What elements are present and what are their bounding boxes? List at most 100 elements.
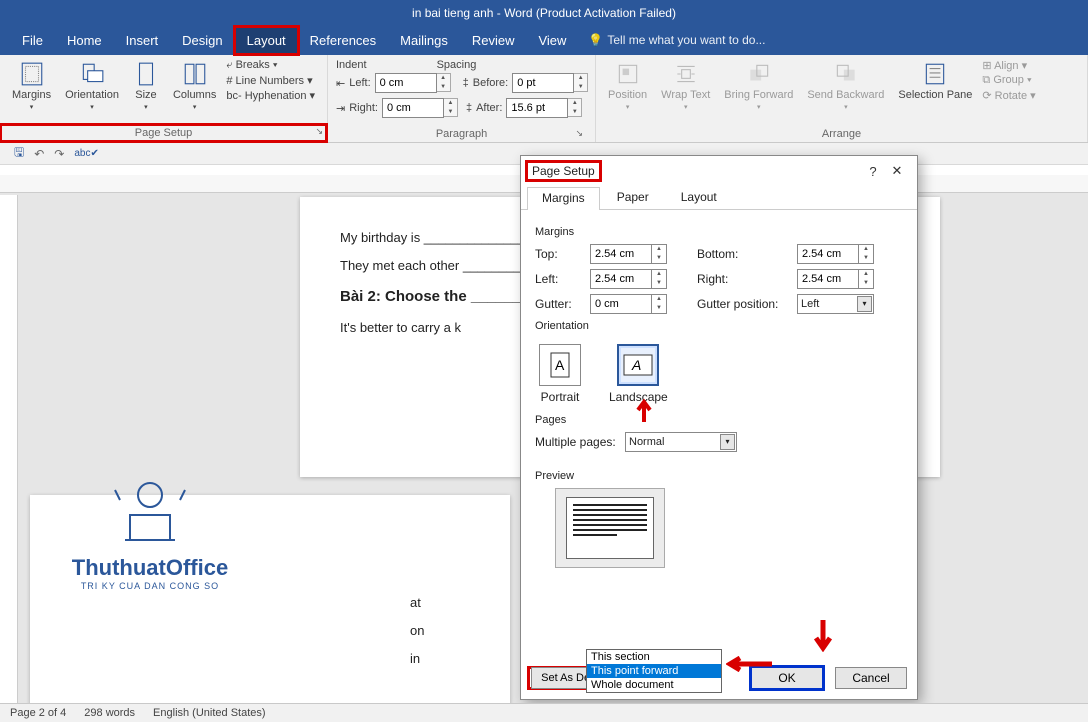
svg-text:A: A (631, 357, 641, 373)
tab-layout[interactable]: Layout (666, 186, 732, 209)
indent-header: Indent (336, 59, 367, 71)
paragraph-group-label: Paragraph↘ (336, 126, 587, 142)
multiple-pages-label: Multiple pages: (535, 435, 625, 449)
gutter-input[interactable]: ▲▼ (590, 294, 667, 314)
margin-top-input[interactable]: ▲▼ (590, 244, 667, 264)
menu-file[interactable]: File (10, 27, 55, 54)
svg-text:A: A (555, 357, 565, 373)
spacing-after-label: After: (476, 102, 502, 114)
cancel-button[interactable]: Cancel (835, 667, 907, 689)
menu-insert[interactable]: Insert (114, 27, 171, 54)
spacing-after-input[interactable]: ▲▼ (506, 98, 582, 118)
page-setup-dialog: Page Setup ? ✕ Margins Paper Layout Marg… (520, 155, 918, 700)
doc-word-on: on (410, 623, 470, 638)
margins-label: Margins (12, 89, 51, 101)
indent-left-input[interactable]: ▲▼ (375, 73, 451, 93)
qat-redo-icon[interactable]: ↷ (54, 147, 64, 161)
apply-opt-this-section[interactable]: This section (587, 650, 721, 664)
orientation-button[interactable]: Orientation▾ (61, 59, 123, 113)
window-title-bar: in bai tieng anh - Word (Product Activat… (0, 0, 1088, 25)
pages-section: Pages (535, 414, 903, 426)
indent-left-label: Left: (349, 77, 370, 89)
spacing-before-label: Before: (473, 77, 508, 89)
columns-button[interactable]: Columns▾ (169, 59, 220, 113)
status-bar: Page 2 of 4 298 words English (United St… (0, 703, 1088, 722)
rotate-button: ⟳ Rotate ▾ (982, 89, 1035, 102)
spacing-header: Spacing (437, 59, 477, 71)
page-setup-text: Page Setup (135, 127, 193, 139)
hyphenation-label: Hyphenation (245, 90, 307, 102)
margin-right-input[interactable]: ▲▼ (797, 269, 874, 289)
menu-home[interactable]: Home (55, 27, 114, 54)
tell-me-text: Tell me what you want to do... (607, 33, 765, 47)
group-button: ⧉ Group ▾ (982, 74, 1035, 87)
doc-word-at: at (410, 595, 470, 610)
qat-undo-icon[interactable]: ↶ (34, 147, 44, 161)
breaks-label: Breaks (236, 59, 270, 71)
menu-view[interactable]: View (526, 27, 578, 54)
preview-box (555, 488, 665, 568)
margin-left-label: Left: (535, 272, 590, 286)
line-numbers-button[interactable]: # Line Numbers ▾ (226, 74, 315, 87)
window-title: in bai tieng anh - Word (Product Activat… (412, 6, 676, 20)
hyphenation-button[interactable]: bc- Hyphenation ▾ (226, 89, 315, 102)
gutter-pos-label: Gutter position: (697, 297, 797, 311)
arrange-group-label: Arrange (604, 126, 1079, 142)
margin-right-label: Right: (697, 272, 797, 286)
portrait-label: Portrait (541, 390, 580, 404)
qat-save-icon[interactable]: 🖫 (14, 143, 24, 164)
menu-layout[interactable]: Layout (235, 27, 298, 54)
preview-section: Preview (535, 470, 903, 482)
tab-margins[interactable]: Margins (527, 187, 600, 210)
margin-bottom-label: Bottom: (697, 247, 797, 261)
multiple-pages-select[interactable]: Normal▾ (625, 432, 737, 452)
gutter-pos-select[interactable]: Left▾ (797, 294, 874, 314)
margin-bottom-input[interactable]: ▲▼ (797, 244, 874, 264)
dialog-close-button[interactable]: ✕ (885, 163, 909, 179)
apply-opt-whole-document[interactable]: Whole document (587, 678, 721, 692)
orientation-portrait[interactable]: A Portrait (535, 340, 585, 408)
apply-opt-this-point-forward[interactable]: This point forward (587, 664, 721, 678)
annotation-arrow-landscape (634, 398, 654, 424)
ribbon-group-paragraph: IndentSpacing ⇤Left: ▲▼ ‡Before: ▲▼ ⇥Rig… (328, 55, 596, 142)
apply-to-dropdown[interactable]: This section This point forward Whole do… (586, 649, 722, 693)
selection-pane-button[interactable]: Selection Pane (894, 59, 976, 103)
breaks-button[interactable]: ⤶ Breaks ▾ (226, 59, 315, 72)
size-label: Size (135, 89, 156, 101)
align-button: ⊞ Align ▾ (982, 59, 1035, 72)
qat-spellcheck-icon[interactable]: abc✔ (74, 148, 99, 159)
wrap-text-button: Wrap Text▾ (657, 59, 714, 113)
indent-right-input[interactable]: ▲▼ (382, 98, 458, 118)
margin-left-input[interactable]: ▲▼ (590, 269, 667, 289)
annotation-arrow-ok (812, 618, 834, 652)
spacing-before-input[interactable]: ▲▼ (512, 73, 588, 93)
position-button: Position▾ (604, 59, 651, 113)
indent-right-label: Right: (349, 102, 378, 114)
orientation-section: Orientation (535, 320, 903, 332)
menu-references[interactable]: References (298, 27, 388, 54)
status-words[interactable]: 298 words (84, 707, 135, 719)
gutter-label: Gutter: (535, 297, 590, 311)
line-numbers-label: Line Numbers (236, 75, 304, 87)
size-button[interactable]: Size▾ (129, 59, 163, 113)
paragraph-launcher-icon[interactable]: ↘ (575, 128, 583, 139)
vertical-ruler[interactable] (0, 195, 18, 703)
ribbon-group-page-setup: Margins▾ Orientation▾ Size▾ Columns▾ ⤶ B… (0, 55, 328, 142)
page-setup-launcher-icon[interactable]: ↘ (315, 126, 323, 137)
dialog-titlebar[interactable]: Page Setup ? ✕ (521, 156, 917, 186)
orientation-label: Orientation (65, 89, 119, 101)
page-setup-group-label[interactable]: Page Setup ↘ (0, 124, 327, 142)
margins-button[interactable]: Margins▾ (8, 59, 55, 113)
tab-paper[interactable]: Paper (602, 186, 664, 209)
menu-mailings[interactable]: Mailings (388, 27, 460, 54)
menu-design[interactable]: Design (170, 27, 234, 54)
dialog-tabs: Margins Paper Layout (521, 186, 917, 210)
menu-review[interactable]: Review (460, 27, 527, 54)
dialog-help-button[interactable]: ? (861, 164, 885, 179)
margin-top-label: Top: (535, 247, 590, 261)
status-page[interactable]: Page 2 of 4 (10, 707, 66, 719)
tell-me[interactable]: 💡 Tell me what you want to do... (588, 33, 765, 47)
bring-forward-button: Bring Forward▾ (720, 59, 797, 113)
send-backward-button: Send Backward▾ (803, 59, 888, 113)
status-language[interactable]: English (United States) (153, 707, 266, 719)
